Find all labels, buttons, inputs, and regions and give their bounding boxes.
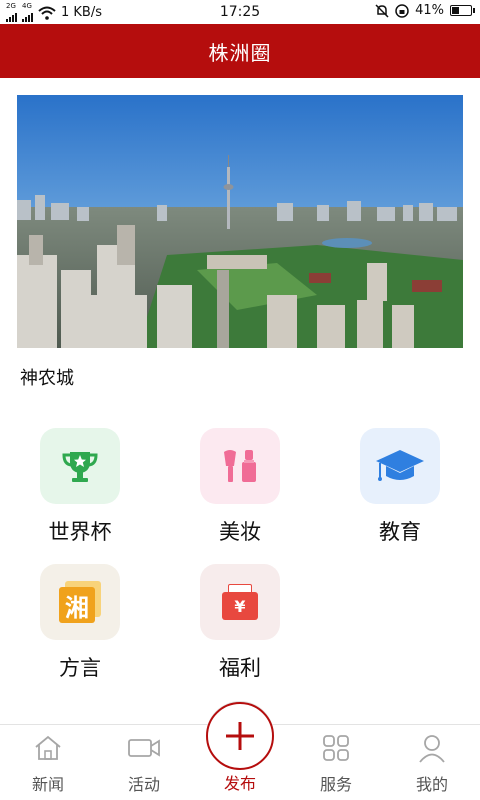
category-welfare[interactable]: ¥ 福利 [180,564,300,682]
dialect-icon: 湘 [59,581,101,623]
nav-label: 服务 [319,775,352,794]
makeup-icon [224,450,256,482]
category-tile [200,428,280,504]
category-label: 福利 [219,656,261,680]
nav-item-news[interactable]: 新闻 [0,725,96,800]
category-tile [40,428,120,504]
video-icon [128,739,160,757]
banner-image[interactable] [17,95,463,348]
publish-button[interactable] [206,702,274,770]
graduation-cap-icon [376,450,424,481]
category-tile [360,428,440,504]
welfare-glyph: ¥ [234,596,246,616]
user-icon [419,735,445,763]
grid-icon [323,735,349,761]
category-makeup[interactable]: 美妆 [180,428,300,546]
category-tile: 湘 [40,564,120,640]
app-header: 株洲圈 [0,24,480,78]
city-photo [17,95,463,348]
status-right: 41% [375,3,475,18]
category-label: 美妆 [219,520,261,544]
banner-caption: 神农城 [20,368,74,389]
nav-item-activity[interactable]: 活动 [96,725,192,800]
category-dialect[interactable]: 湘 方言 [20,564,140,682]
battery-level [452,7,459,14]
dialect-glyph: 湘 [65,593,89,622]
red-envelope-icon: ¥ [220,582,260,622]
battery-percent: 41% [415,3,444,18]
category-world-cup[interactable]: 世界杯 [20,428,140,546]
rotation-lock-icon [395,3,409,18]
category-label: 方言 [59,656,101,680]
category-label: 教育 [379,520,421,544]
category-education[interactable]: 教育 [340,428,460,546]
nav-item-services[interactable]: 服务 [288,725,384,800]
mute-bell-icon [375,3,389,18]
trophy-icon [62,452,98,482]
home-icon [35,735,61,760]
publish-label: 发布 [223,774,256,793]
nav-item-profile[interactable]: 我的 [384,725,480,800]
plus-icon [226,722,254,750]
status-bar: 2G 4G 1 KB/s 17:25 41% [0,0,480,24]
nav-label: 我的 [415,775,448,794]
nav-label: 新闻 [31,775,64,794]
battery-icon [450,5,475,16]
category-tile: ¥ [200,564,280,640]
page-title: 株洲圈 [208,40,272,65]
category-label: 世界杯 [48,520,112,544]
nav-label: 活动 [127,775,160,794]
